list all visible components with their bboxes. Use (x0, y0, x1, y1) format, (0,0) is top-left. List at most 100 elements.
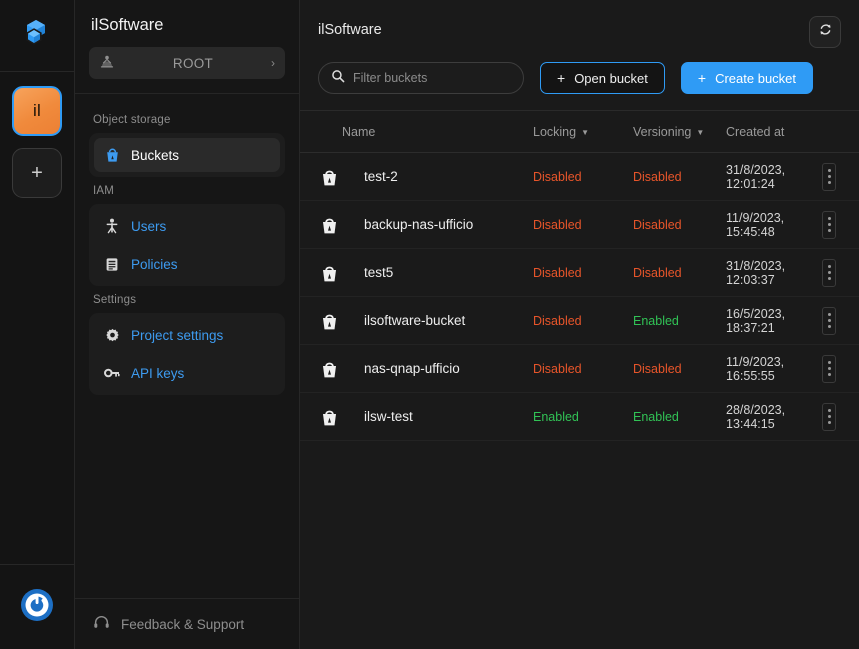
cell-locking: Disabled (533, 361, 582, 376)
bucket-name: ilsw-test (364, 409, 413, 424)
sidebar-item-project-settings[interactable]: Project settings (94, 318, 280, 352)
cell-versioning: Enabled (633, 313, 679, 328)
bucket-icon (104, 147, 120, 163)
search-input[interactable] (353, 71, 514, 85)
table-row[interactable]: backup-nas-ufficio Disabled Disabled 11/… (300, 201, 859, 249)
column-label: Created at (726, 124, 785, 139)
nav-group-settings: Project settings API keys (89, 313, 285, 395)
cell-name: test5 (318, 263, 533, 283)
cell-versioning: Enabled (633, 409, 679, 424)
rail-org-list: il + (12, 72, 62, 564)
sidebar-item-buckets[interactable]: Buckets (94, 138, 280, 172)
org-tile-ilsoftware[interactable]: il (12, 86, 62, 136)
chevron-down-icon: ▼ (696, 127, 705, 137)
sidebar-item-users[interactable]: Users (94, 209, 280, 243)
sidebar-item-label: Buckets (131, 147, 180, 163)
cell-created-at: 16/5/2023, 18:37:21 (726, 306, 786, 335)
cell-locking: Enabled (533, 409, 579, 424)
chevron-down-icon: ▼ (581, 127, 590, 137)
rail-footer (0, 564, 74, 649)
section-label-object-storage: Object storage (93, 114, 171, 126)
cell-versioning: Disabled (633, 265, 682, 280)
app-logo[interactable] (0, 0, 74, 72)
cell-versioning: Disabled (633, 361, 682, 376)
cell-actions[interactable] (817, 306, 841, 335)
table-row[interactable]: ilsoftware-bucket Disabled Enabled 16/5/… (300, 297, 859, 345)
cell-locking: Disabled (533, 217, 582, 232)
user-icon (104, 218, 120, 234)
column-header-name: Name (318, 125, 533, 139)
bucket-name: test5 (364, 265, 394, 280)
main-header-row: ilSoftware (318, 16, 841, 48)
create-bucket-label: Create bucket (715, 70, 797, 86)
create-bucket-button[interactable]: + Create bucket (680, 62, 814, 94)
bucket-name: backup-nas-ufficio (364, 217, 474, 232)
cell-versioning: Disabled (633, 217, 682, 232)
add-organization-button[interactable]: + (12, 148, 62, 198)
refresh-button[interactable] (809, 16, 841, 48)
bucket-name: nas-qnap-ufficio (364, 361, 460, 376)
open-bucket-button[interactable]: + Open bucket (540, 62, 665, 94)
column-header-versioning[interactable]: Versioning ▼ (633, 125, 726, 139)
row-actions-menu-icon[interactable] (822, 402, 836, 431)
sidebar-item-label: Policies (131, 256, 178, 272)
cell-actions[interactable] (817, 402, 841, 431)
page-title: ilSoftware (318, 22, 382, 38)
row-actions-menu-icon[interactable] (822, 162, 836, 191)
row-actions-menu-icon[interactable] (822, 354, 836, 383)
cell-created-at: 31/8/2023, 12:03:37 (726, 258, 786, 287)
table-row[interactable]: test5 Disabled Disabled 31/8/2023, 12:03… (300, 249, 859, 297)
organization-icon (99, 54, 115, 73)
table-row[interactable]: ilsw-test Enabled Enabled 28/8/2023, 13:… (300, 393, 859, 441)
row-actions-menu-icon[interactable] (822, 258, 836, 287)
left-rail: il + (0, 0, 75, 649)
refresh-sync-icon (818, 22, 833, 42)
feedback-support-item[interactable]: Feedback & Support (75, 598, 299, 649)
bucket-icon (318, 311, 340, 331)
headset-icon (93, 615, 110, 633)
cube-logo-icon (23, 18, 51, 53)
row-actions-menu-icon[interactable] (822, 210, 836, 239)
table-row[interactable]: test-2 Disabled Disabled 31/8/2023, 12:0… (300, 153, 859, 201)
cell-name: nas-qnap-ufficio (318, 359, 533, 379)
power-avatar-icon[interactable] (20, 588, 54, 627)
app-root: il + ilSoftware ROOT › Object storage Bu… (0, 0, 859, 649)
sidebar-item-label: Project settings (131, 327, 224, 343)
cell-locking: Disabled (533, 265, 582, 280)
bucket-name: test-2 (364, 169, 398, 184)
section-label-iam: IAM (93, 185, 115, 197)
chevron-right-icon: › (271, 56, 275, 70)
table-row[interactable]: nas-qnap-ufficio Disabled Disabled 11/9/… (300, 345, 859, 393)
bucket-icon (318, 359, 340, 379)
cell-actions[interactable] (817, 210, 841, 239)
row-actions-menu-icon[interactable] (822, 306, 836, 335)
bucket-toolbar: + Open bucket + Create bucket (318, 48, 841, 110)
bucket-icon (318, 215, 340, 235)
table-header-row: Name Locking ▼ Versioning ▼ Created at (300, 111, 859, 153)
nav-group-iam: Users Policies (89, 204, 285, 286)
buckets-table: Name Locking ▼ Versioning ▼ Created at t… (300, 110, 859, 441)
cell-actions[interactable] (817, 354, 841, 383)
feedback-support-label: Feedback & Support (121, 616, 245, 632)
cell-name: ilsw-test (318, 407, 533, 427)
sidebar-project-title: ilSoftware (91, 16, 164, 34)
gear-icon (104, 327, 120, 343)
plus-icon: + (31, 161, 43, 184)
cell-actions[interactable] (817, 162, 841, 191)
column-header-locking[interactable]: Locking ▼ (533, 125, 633, 139)
key-icon (104, 365, 120, 381)
cell-actions[interactable] (817, 258, 841, 287)
column-label: Versioning (633, 124, 692, 139)
filter-buckets-search[interactable] (318, 62, 524, 94)
sidebar-item-policies[interactable]: Policies (94, 247, 280, 281)
bucket-icon (318, 263, 340, 283)
sidebar-item-api-keys[interactable]: API keys (94, 356, 280, 390)
organization-name: ROOT (172, 55, 214, 71)
search-icon (331, 69, 345, 88)
cell-name: ilsoftware-bucket (318, 311, 533, 331)
open-bucket-label: Open bucket (574, 70, 648, 86)
cell-created-at: 31/8/2023, 12:01:24 (726, 162, 786, 191)
organization-switcher[interactable]: ROOT › (89, 47, 285, 79)
section-label-settings: Settings (93, 294, 137, 306)
cell-created-at: 28/8/2023, 13:44:15 (726, 402, 786, 431)
